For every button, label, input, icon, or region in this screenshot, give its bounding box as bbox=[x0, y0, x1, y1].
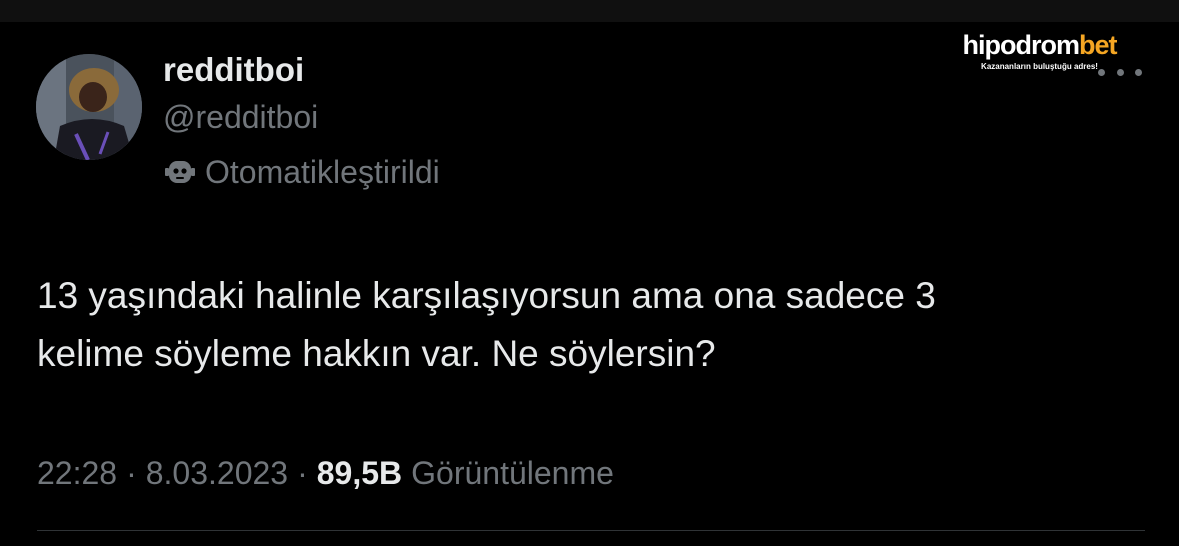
more-dot-icon bbox=[1116, 68, 1124, 76]
tweet-text-line: 13 yaşındaki halinle karşılaşıyorsun ama… bbox=[37, 275, 936, 316]
avatar[interactable] bbox=[36, 54, 142, 160]
author-handle[interactable]: @redditboi bbox=[163, 99, 318, 136]
tweet-meta: 22:28 · 8.03.2023 · 89,5B Görüntülenme bbox=[37, 455, 614, 492]
tweet-text: 13 yaşındaki halinle karşılaşıyorsun ama… bbox=[37, 267, 1137, 383]
brand-name-part2: bet bbox=[1078, 30, 1117, 60]
meta-separator: · bbox=[297, 455, 308, 491]
more-options-button[interactable] bbox=[1098, 62, 1142, 82]
brand-logo: hipodrombet bbox=[952, 30, 1127, 60]
tweet-text-line: kelime söyleme hakkın var. Ne söylersin? bbox=[37, 333, 716, 374]
automated-label: Otomatikleştirildi bbox=[205, 153, 440, 190]
automated-badge: Otomatikleştirildi bbox=[163, 154, 440, 190]
meta-separator: · bbox=[126, 455, 137, 491]
tweet-time[interactable]: 22:28 bbox=[37, 455, 117, 492]
top-strip bbox=[0, 0, 1179, 22]
author-display-name[interactable]: redditboi bbox=[163, 51, 304, 89]
more-dot-icon bbox=[1098, 68, 1105, 76]
views-label: Görüntülenme bbox=[411, 455, 614, 491]
brand-name-part1: hipodrom bbox=[962, 30, 1080, 60]
more-dot-icon bbox=[1135, 68, 1142, 76]
avatar-photo bbox=[36, 54, 142, 160]
divider bbox=[37, 530, 1145, 531]
views-count[interactable]: 89,5B bbox=[317, 455, 402, 492]
tweet-date[interactable]: 8.03.2023 bbox=[146, 455, 288, 492]
bot-icon bbox=[163, 157, 197, 187]
